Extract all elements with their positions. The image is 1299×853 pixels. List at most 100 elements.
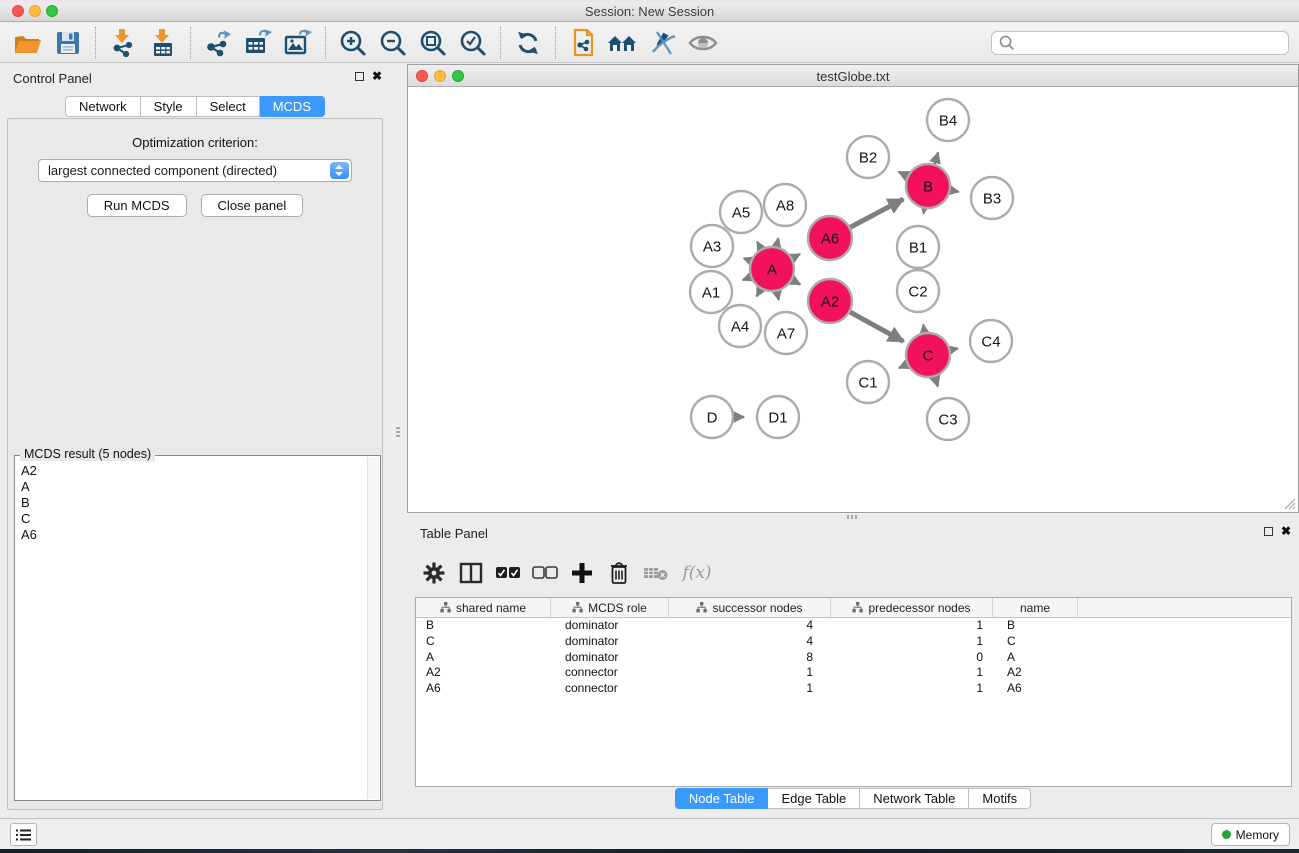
table-float-panel-icon[interactable] (1264, 527, 1273, 536)
float-panel-icon[interactable] (355, 72, 364, 81)
table-cell[interactable]: 1 (831, 618, 993, 634)
select-all-rows-button[interactable] (489, 556, 526, 590)
table-cell[interactable]: dominator (551, 634, 669, 650)
mcds-result-item[interactable]: A6 (21, 527, 366, 543)
node-table[interactable]: shared nameMCDS rolesuccessor nodesprede… (415, 597, 1292, 787)
mcds-result-item[interactable]: A2 (21, 463, 366, 479)
refresh-layout-button[interactable] (508, 26, 548, 60)
export-image-button[interactable] (278, 26, 318, 60)
save-session-button[interactable] (48, 26, 88, 60)
table-cell[interactable]: A2 (416, 665, 551, 681)
tab-style[interactable]: Style (141, 96, 197, 117)
table-row[interactable]: A2connector11A2 (416, 665, 1291, 681)
mcds-result-item[interactable]: A (21, 479, 366, 495)
table-cell[interactable]: dominator (551, 618, 669, 634)
zoom-fit-button[interactable] (413, 26, 453, 60)
export-table-icon (243, 29, 273, 57)
delete-table-button[interactable] (637, 556, 674, 590)
table-row[interactable]: Adominator80A (416, 650, 1291, 666)
table-cell[interactable]: 8 (669, 650, 831, 666)
table-row[interactable]: A6connector11A6 (416, 681, 1291, 697)
table-cell[interactable]: A6 (993, 681, 1078, 697)
table-cell[interactable]: A2 (993, 665, 1078, 681)
result-scrollbar[interactable] (367, 457, 379, 799)
zoom-selected-button[interactable] (453, 26, 493, 60)
search-box[interactable] (991, 31, 1289, 55)
table-settings-button[interactable] (415, 556, 452, 590)
create-column-button[interactable] (563, 556, 600, 590)
column-header-successor-nodes[interactable]: successor nodes (669, 598, 831, 617)
table-cell[interactable]: 1 (831, 634, 993, 650)
zoom-out-button[interactable] (373, 26, 413, 60)
table-cell[interactable]: C (993, 634, 1078, 650)
column-header-shared-name[interactable]: shared name (416, 598, 551, 617)
column-header-name[interactable]: name (993, 598, 1078, 617)
mcds-result-item[interactable]: B (21, 495, 366, 511)
table-cell[interactable]: 4 (669, 618, 831, 634)
list-icon (16, 828, 32, 842)
table-close-panel-icon[interactable]: ✖ (1281, 526, 1291, 536)
table-cell[interactable]: C (416, 634, 551, 650)
column-header-predecessor-nodes[interactable]: predecessor nodes (831, 598, 993, 617)
close-panel-button[interactable]: Close panel (201, 194, 304, 217)
delete-column-button[interactable] (600, 556, 637, 590)
table-cell-filler (1078, 634, 1291, 650)
table-cell[interactable]: 4 (669, 634, 831, 650)
tab-select[interactable]: Select (197, 96, 260, 117)
network-canvas[interactable]: AA1A3A4A5A7A8A6A2BB1B2B3B4CC1C2C3C4DD1 (408, 87, 1298, 512)
resize-grip-icon[interactable] (1282, 496, 1296, 510)
graph-node-label: A7 (777, 325, 795, 342)
tab-node-table[interactable]: Node Table (675, 788, 769, 809)
column-header-MCDS-role[interactable]: MCDS role (551, 598, 669, 617)
tab-mcds[interactable]: MCDS (260, 96, 325, 117)
function-builder-button[interactable]: f(x) (674, 556, 720, 590)
table-row[interactable]: Cdominator41C (416, 634, 1291, 650)
run-mcds-button[interactable]: Run MCDS (87, 194, 187, 217)
network-window-titlebar[interactable]: testGlobe.txt (408, 65, 1298, 87)
deselect-all-rows-button[interactable] (526, 556, 563, 590)
table-cell[interactable]: 1 (831, 665, 993, 681)
toggle-annotations-button[interactable] (643, 26, 683, 60)
control-panel-header: Control Panel ✖ (0, 64, 390, 92)
criterion-select[interactable]: largest connected component (directed) (38, 159, 352, 182)
table-cell[interactable]: B (993, 618, 1078, 634)
search-input[interactable] (1016, 33, 1288, 53)
tab-motifs[interactable]: Motifs (969, 788, 1031, 809)
table-cell[interactable]: 1 (669, 665, 831, 681)
import-table-button[interactable] (143, 26, 183, 60)
home-button[interactable] (603, 26, 643, 60)
task-history-button[interactable] (10, 823, 37, 846)
table-cell[interactable]: connector (551, 681, 669, 697)
table-row[interactable]: Bdominator41B (416, 618, 1291, 634)
memory-button[interactable]: Memory (1211, 823, 1290, 846)
export-network-button[interactable] (198, 26, 238, 60)
import-network-button[interactable] (103, 26, 143, 60)
open-session-button[interactable] (8, 26, 48, 60)
tab-network[interactable]: Network (65, 96, 141, 117)
show-columns-button[interactable] (452, 556, 489, 590)
select-all-icon (495, 566, 521, 580)
horizontal-splitter-grip[interactable] (845, 515, 859, 519)
table-cell[interactable]: 1 (831, 681, 993, 697)
table-cell[interactable]: connector (551, 665, 669, 681)
tab-edge-table[interactable]: Edge Table (768, 788, 860, 809)
new-network-from-file-button[interactable] (563, 26, 603, 60)
tab-network-table[interactable]: Network Table (860, 788, 969, 809)
export-table-button[interactable] (238, 26, 278, 60)
close-panel-icon[interactable]: ✖ (372, 71, 382, 81)
vertical-splitter-grip[interactable] (396, 425, 400, 439)
table-cell[interactable]: dominator (551, 650, 669, 666)
table-cell[interactable]: B (416, 618, 551, 634)
eye-icon (688, 32, 718, 54)
main-titlebar[interactable]: Session: New Session (0, 0, 1299, 22)
mcds-result-item[interactable]: C (21, 511, 366, 527)
table-cell[interactable]: 1 (669, 681, 831, 697)
show-hide-button[interactable] (683, 26, 723, 60)
table-cell[interactable]: 0 (831, 650, 993, 666)
table-cell[interactable]: A6 (416, 681, 551, 697)
gear-icon (423, 562, 445, 584)
zoom-in-button[interactable] (333, 26, 373, 60)
table-cell[interactable]: A (416, 650, 551, 666)
mcds-result-list[interactable]: A2ABCA6 (16, 457, 366, 799)
table-cell[interactable]: A (993, 650, 1078, 666)
